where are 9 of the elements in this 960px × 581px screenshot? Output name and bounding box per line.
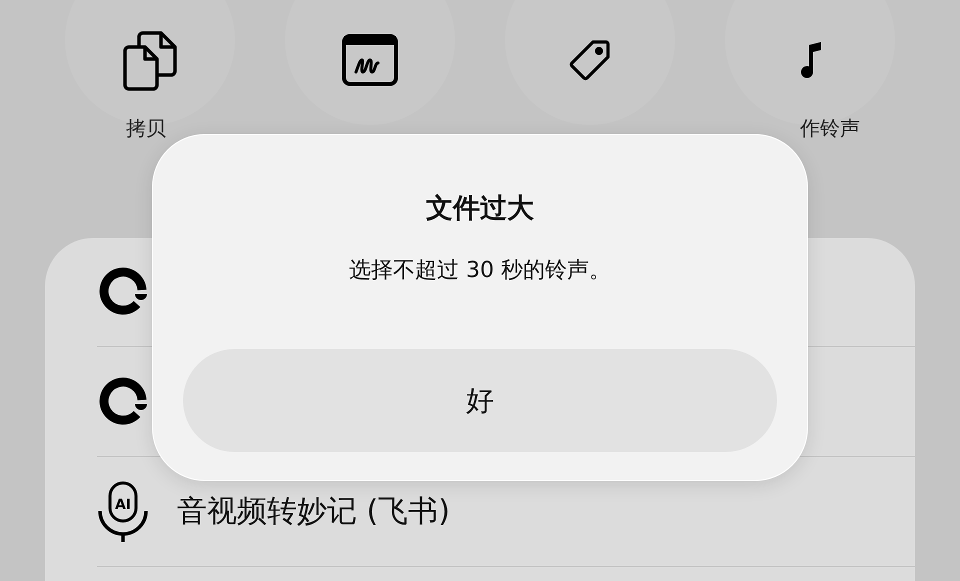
action-label: 拷贝 <box>126 115 166 142</box>
tag-icon <box>569 39 611 81</box>
alert-title: 文件过大 <box>426 192 534 226</box>
copy-icon <box>121 29 179 91</box>
menu-item[interactable]: 音视频转妙记 (飞书) <box>177 489 450 534</box>
signature-window-icon <box>342 34 398 86</box>
ok-button[interactable]: 好 <box>183 349 777 452</box>
action-label: 作铃声 <box>800 115 860 142</box>
alert-message: 选择不超过 30 秒的铃声。 <box>349 256 611 284</box>
